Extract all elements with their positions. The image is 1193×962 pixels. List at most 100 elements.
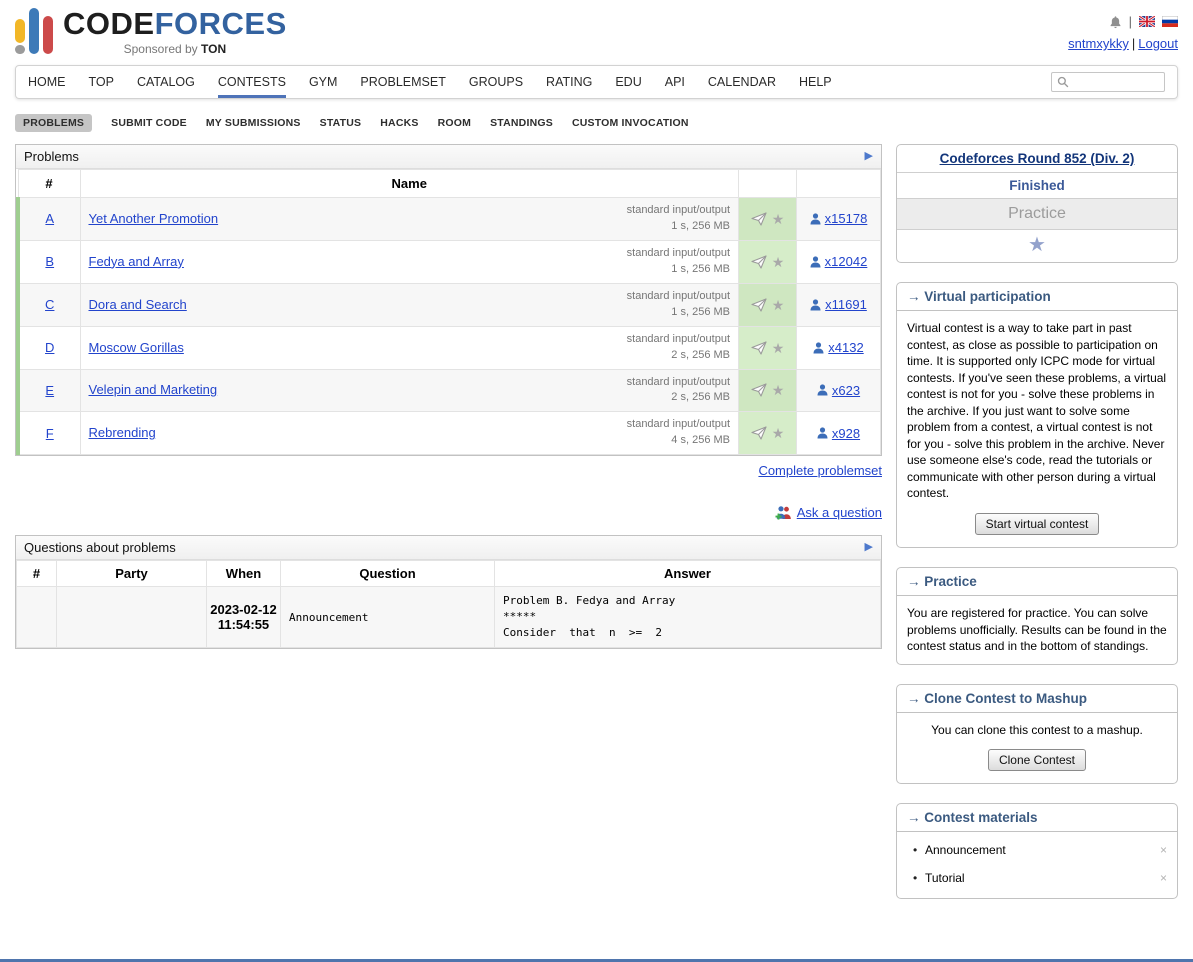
nav-item[interactable]: HELP bbox=[799, 66, 832, 98]
problem-letter-link[interactable]: A bbox=[45, 211, 54, 226]
material-item: Tutorial × bbox=[897, 864, 1177, 892]
problem-letter-link[interactable]: E bbox=[45, 383, 54, 398]
favorite-star-icon[interactable] bbox=[1028, 234, 1046, 256]
problem-letter-link[interactable]: F bbox=[46, 426, 54, 441]
nav-item[interactable]: GYM bbox=[309, 66, 337, 98]
clone-mashup-title: → Clone Contest to Mashup bbox=[897, 685, 1177, 713]
problem-row: C Dora and Search standard input/output … bbox=[18, 283, 881, 326]
main-navigation: HOME TOP CATALOG CONTESTS GYM PROBLEMSET… bbox=[15, 65, 1178, 99]
favorite-star-icon[interactable] bbox=[772, 341, 785, 355]
expand-arrow-icon[interactable] bbox=[865, 151, 873, 162]
search-input[interactable] bbox=[1073, 74, 1159, 90]
nav-item[interactable]: CALENDAR bbox=[708, 66, 776, 98]
problem-name-link[interactable]: Fedya and Array bbox=[89, 254, 184, 269]
question-row: 2023-02-12 11:54:55 Announcement Problem… bbox=[17, 587, 881, 648]
start-virtual-contest-button[interactable]: Start virtual contest bbox=[975, 513, 1100, 535]
notification-bell-icon[interactable] bbox=[1109, 15, 1122, 29]
problem-letter-link[interactable]: B bbox=[45, 254, 54, 269]
username-link[interactable]: sntmxykky bbox=[1068, 36, 1129, 51]
nav-item[interactable]: PROBLEMSET bbox=[360, 66, 445, 98]
english-flag-icon[interactable] bbox=[1139, 16, 1155, 27]
complete-problemset-link[interactable]: Complete problemset bbox=[758, 463, 882, 478]
problem-name-link[interactable]: Dora and Search bbox=[89, 297, 187, 312]
solved-count-link[interactable]: x4132 bbox=[828, 340, 863, 355]
contest-materials-title: → Contest materials bbox=[897, 804, 1177, 832]
questions-col-party: Party bbox=[57, 561, 207, 587]
solved-count-link[interactable]: x11691 bbox=[825, 297, 867, 312]
submit-plane-icon[interactable] bbox=[751, 212, 767, 226]
material-item: Announcement × bbox=[897, 836, 1177, 864]
favorite-star-icon[interactable] bbox=[772, 255, 785, 269]
subnav-item[interactable]: HACKS bbox=[380, 117, 418, 129]
subnav-item[interactable]: STANDINGS bbox=[490, 117, 553, 129]
nav-item[interactable]: API bbox=[665, 66, 685, 98]
problem-name-link[interactable]: Yet Another Promotion bbox=[89, 211, 219, 226]
russian-flag-icon[interactable] bbox=[1162, 16, 1178, 27]
solved-count-link[interactable]: x15178 bbox=[825, 211, 868, 226]
nav-item[interactable]: GROUPS bbox=[469, 66, 523, 98]
codeforces-logo[interactable]: CODEFORCES Sponsored by TON bbox=[15, 8, 287, 59]
close-icon[interactable]: × bbox=[1160, 843, 1167, 857]
solved-count-link[interactable]: x928 bbox=[832, 426, 860, 441]
subnav-item[interactable]: MY SUBMISSIONS bbox=[206, 117, 301, 129]
nav-item[interactable]: EDU bbox=[615, 66, 641, 98]
nav-item[interactable]: CONTESTS bbox=[218, 66, 286, 98]
clone-contest-button[interactable]: Clone Contest bbox=[988, 749, 1086, 771]
solved-count-link[interactable]: x12042 bbox=[825, 254, 868, 269]
subnav-item[interactable]: CUSTOM INVOCATION bbox=[572, 117, 689, 129]
favorite-star-icon[interactable] bbox=[772, 298, 785, 312]
problem-name-link[interactable]: Moscow Gorillas bbox=[89, 340, 184, 355]
expand-arrow-icon[interactable] bbox=[865, 542, 873, 553]
nav-item[interactable]: TOP bbox=[89, 66, 114, 98]
problem-name-link[interactable]: Velepin and Marketing bbox=[89, 382, 218, 397]
subnav-item[interactable]: PROBLEMS bbox=[15, 114, 92, 132]
nav-item[interactable]: RATING bbox=[546, 66, 592, 98]
submit-plane-icon[interactable] bbox=[751, 341, 767, 355]
logo-title: CODEFORCES bbox=[63, 8, 287, 39]
problems-table: # Name A Yet Another bbox=[16, 169, 881, 455]
contest-title-link[interactable]: Codeforces Round 852 (Div. 2) bbox=[940, 151, 1135, 166]
column-header-icons bbox=[739, 170, 797, 198]
subnav-item[interactable]: STATUS bbox=[320, 117, 362, 129]
search-icon bbox=[1057, 76, 1069, 88]
contest-status: Finished bbox=[897, 173, 1177, 199]
search-box[interactable] bbox=[1051, 72, 1165, 92]
material-link[interactable]: Tutorial bbox=[925, 871, 1160, 885]
submit-plane-icon[interactable] bbox=[751, 255, 767, 269]
ask-question-link[interactable]: Ask a question bbox=[797, 505, 882, 520]
nav-item[interactable]: HOME bbox=[28, 66, 66, 98]
favorite-star-icon[interactable] bbox=[772, 383, 785, 397]
solved-person-icon bbox=[810, 256, 821, 268]
problem-row: B Fedya and Array standard input/output … bbox=[18, 240, 881, 283]
submit-plane-icon[interactable] bbox=[751, 426, 767, 440]
submit-plane-icon[interactable] bbox=[751, 383, 767, 397]
material-link[interactable]: Announcement bbox=[925, 843, 1160, 857]
subnav-item[interactable]: SUBMIT CODE bbox=[111, 117, 187, 129]
close-icon[interactable]: × bbox=[1160, 871, 1167, 885]
page-header: CODEFORCES Sponsored by TON | bbox=[15, 0, 1178, 59]
problem-letter-link[interactable]: D bbox=[45, 340, 54, 355]
problem-row: E Velepin and Marketing standard input/o… bbox=[18, 369, 881, 412]
contest-mode: Practice bbox=[897, 199, 1177, 230]
header-user-area: | bbox=[1068, 8, 1178, 59]
favorite-star-icon[interactable] bbox=[772, 212, 785, 226]
virtual-participation-box: → Virtual participation Virtual contest … bbox=[896, 282, 1178, 548]
nav-item[interactable]: CATALOG bbox=[137, 66, 195, 98]
column-header-number: # bbox=[18, 170, 80, 198]
subnav-item[interactable]: ROOM bbox=[438, 117, 471, 129]
logout-link[interactable]: Logout bbox=[1138, 36, 1178, 51]
questions-col-number: # bbox=[17, 561, 57, 587]
questions-col-question: Question bbox=[281, 561, 495, 587]
problems-box-title: Problems bbox=[24, 149, 79, 164]
solved-person-icon bbox=[810, 213, 821, 225]
problem-name-link[interactable]: Rebrending bbox=[89, 425, 156, 440]
submit-plane-icon[interactable] bbox=[751, 298, 767, 312]
solved-person-icon bbox=[817, 384, 828, 396]
solved-count-link[interactable]: x623 bbox=[832, 383, 860, 398]
practice-text: You are registered for practice. You can… bbox=[897, 596, 1177, 664]
problem-letter-link[interactable]: C bbox=[45, 297, 54, 312]
favorite-star-icon[interactable] bbox=[772, 426, 785, 440]
questions-box: Questions about problems # Party When Qu… bbox=[15, 535, 882, 649]
solved-person-icon bbox=[810, 299, 821, 311]
question-answer: Problem B. Fedya and Array ***** Conside… bbox=[495, 587, 881, 648]
